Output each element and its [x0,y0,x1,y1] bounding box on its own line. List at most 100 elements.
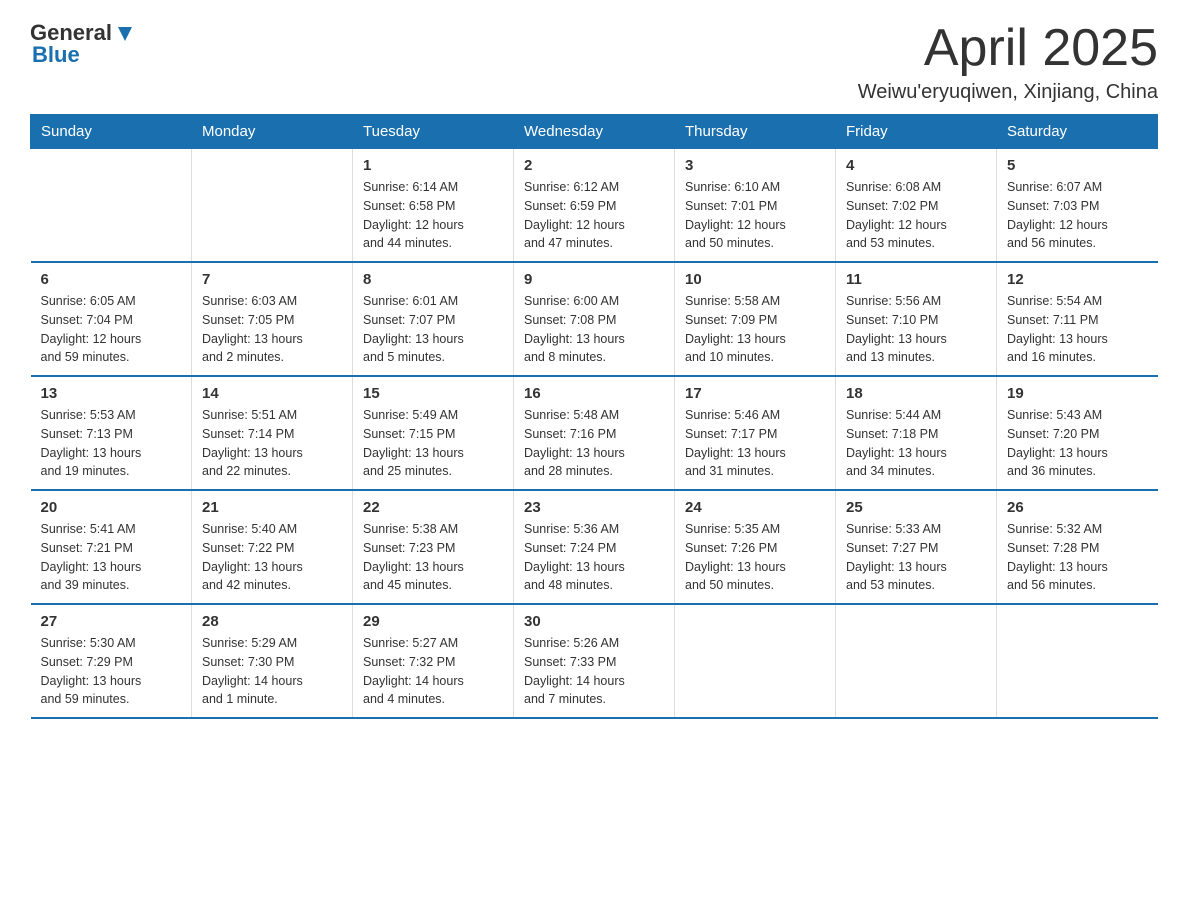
day-info: Sunrise: 5:40 AM Sunset: 7:22 PM Dayligh… [202,520,342,595]
day-number: 16 [524,385,664,402]
day-info: Sunrise: 5:38 AM Sunset: 7:23 PM Dayligh… [363,520,503,595]
calendar-cell: 25Sunrise: 5:33 AM Sunset: 7:27 PM Dayli… [836,490,997,604]
calendar-cell [836,604,997,718]
calendar-cell: 12 Sunrise: 5:54 AM Sunset: 7:11 PM Dayli… [997,262,1158,376]
weekday-header-friday: Friday [836,115,997,149]
day-info: Sunrise: 5:29 AM Sunset: 7:30 PM Dayligh… [202,634,342,709]
calendar-cell: 20 Sunrise: 5:41 AM Sunset: 7:21 PM Dayli… [31,490,192,604]
calendar-cell: 6 Sunrise: 6:05 AM Sunset: 7:04 PM Daylig… [31,262,192,376]
calendar-cell: 1 Sunrise: 6:14 AM Sunset: 6:58 PM Daylig… [353,149,514,263]
calendar-week-row: 27 Sunrise: 5:30 AM Sunset: 7:29 PM Dayli… [31,604,1158,718]
day-info: Sunrise: 6:01 AM Sunset: 7:07 PM Dayligh… [363,292,503,367]
day-info: Sunrise: 6:00 AM Sunset: 7:08 PM Dayligh… [524,292,664,367]
calendar-cell: 16 Sunrise: 5:48 AM Sunset: 7:16 PM Dayli… [514,376,675,490]
calendar-cell: 2Sunrise: 6:12 AM Sunset: 6:59 PM Daylig… [514,149,675,263]
day-number: 15 [363,385,503,402]
day-info: Sunrise: 5:30 AM Sunset: 7:29 PM Dayligh… [41,634,182,709]
calendar-cell: 5Sunrise: 6:07 AM Sunset: 7:03 PM Daylig… [997,149,1158,263]
day-number: 20 [41,499,182,516]
day-number: 14 [202,385,342,402]
logo: General Blue [30,20,136,68]
day-number: 30 [524,613,664,630]
day-info: Sunrise: 5:51 AM Sunset: 7:14 PM Dayligh… [202,406,342,481]
logo-blue-text: Blue [32,42,80,68]
day-info: Sunrise: 5:46 AM Sunset: 7:17 PM Dayligh… [685,406,825,481]
weekday-header-sunday: Sunday [31,115,192,149]
day-info: Sunrise: 5:49 AM Sunset: 7:15 PM Dayligh… [363,406,503,481]
day-info: Sunrise: 6:03 AM Sunset: 7:05 PM Dayligh… [202,292,342,367]
day-number: 13 [41,385,182,402]
calendar-week-row: 1 Sunrise: 6:14 AM Sunset: 6:58 PM Daylig… [31,149,1158,263]
day-number: 1 [363,157,503,174]
day-number: 22 [363,499,503,516]
day-number: 23 [524,499,664,516]
day-number: 28 [202,613,342,630]
calendar-cell: 7 Sunrise: 6:03 AM Sunset: 7:05 PM Daylig… [192,262,353,376]
day-info: Sunrise: 5:27 AM Sunset: 7:32 PM Dayligh… [363,634,503,709]
calendar-cell: 27 Sunrise: 5:30 AM Sunset: 7:29 PM Dayli… [31,604,192,718]
day-info: Sunrise: 6:07 AM Sunset: 7:03 PM Dayligh… [1007,178,1148,253]
calendar-cell [675,604,836,718]
calendar-cell: 11 Sunrise: 5:56 AM Sunset: 7:10 PM Dayli… [836,262,997,376]
day-info: Sunrise: 5:33 AM Sunset: 7:27 PM Dayligh… [846,520,986,595]
calendar-cell: 17 Sunrise: 5:46 AM Sunset: 7:17 PM Dayli… [675,376,836,490]
weekday-header-tuesday: Tuesday [353,115,514,149]
weekday-header-wednesday: Wednesday [514,115,675,149]
day-info: Sunrise: 5:26 AM Sunset: 7:33 PM Dayligh… [524,634,664,709]
day-number: 6 [41,271,182,288]
day-info: Sunrise: 5:32 AM Sunset: 7:28 PM Dayligh… [1007,520,1148,595]
title-block: April 2025 Weiwu'eryuqiwen, Xinjiang, Ch… [858,20,1158,104]
calendar-week-row: 13 Sunrise: 5:53 AM Sunset: 7:13 PM Dayli… [31,376,1158,490]
day-number: 29 [363,613,503,630]
day-number: 7 [202,271,342,288]
calendar-cell: 19 Sunrise: 5:43 AM Sunset: 7:20 PM Dayli… [997,376,1158,490]
calendar-week-row: 20 Sunrise: 5:41 AM Sunset: 7:21 PM Dayli… [31,490,1158,604]
day-info: Sunrise: 5:58 AM Sunset: 7:09 PM Dayligh… [685,292,825,367]
calendar-cell: 21 Sunrise: 5:40 AM Sunset: 7:22 PM Dayli… [192,490,353,604]
weekday-header-monday: Monday [192,115,353,149]
day-info: Sunrise: 5:41 AM Sunset: 7:21 PM Dayligh… [41,520,182,595]
day-info: Sunrise: 5:53 AM Sunset: 7:13 PM Dayligh… [41,406,182,481]
calendar-cell: 18Sunrise: 5:44 AM Sunset: 7:18 PM Dayli… [836,376,997,490]
day-info: Sunrise: 6:10 AM Sunset: 7:01 PM Dayligh… [685,178,825,253]
logo-triangle-icon [114,23,136,45]
day-info: Sunrise: 5:35 AM Sunset: 7:26 PM Dayligh… [685,520,825,595]
day-info: Sunrise: 6:08 AM Sunset: 7:02 PM Dayligh… [846,178,986,253]
day-number: 4 [846,157,986,174]
weekday-header-row: SundayMondayTuesdayWednesdayThursdayFrid… [31,115,1158,149]
day-info: Sunrise: 5:54 AM Sunset: 7:11 PM Dayligh… [1007,292,1148,367]
day-number: 24 [685,499,825,516]
calendar-cell [31,149,192,263]
day-number: 12 [1007,271,1148,288]
day-number: 21 [202,499,342,516]
calendar-week-row: 6 Sunrise: 6:05 AM Sunset: 7:04 PM Daylig… [31,262,1158,376]
calendar-cell [192,149,353,263]
calendar-cell: 23 Sunrise: 5:36 AM Sunset: 7:24 PM Dayli… [514,490,675,604]
day-info: Sunrise: 5:43 AM Sunset: 7:20 PM Dayligh… [1007,406,1148,481]
day-number: 17 [685,385,825,402]
calendar-cell: 29 Sunrise: 5:27 AM Sunset: 7:32 PM Dayli… [353,604,514,718]
calendar-cell: 24 Sunrise: 5:35 AM Sunset: 7:26 PM Dayli… [675,490,836,604]
weekday-header-saturday: Saturday [997,115,1158,149]
day-number: 26 [1007,499,1148,516]
day-info: Sunrise: 6:05 AM Sunset: 7:04 PM Dayligh… [41,292,182,367]
day-info: Sunrise: 5:36 AM Sunset: 7:24 PM Dayligh… [524,520,664,595]
calendar-cell: 14 Sunrise: 5:51 AM Sunset: 7:14 PM Dayli… [192,376,353,490]
day-info: Sunrise: 5:48 AM Sunset: 7:16 PM Dayligh… [524,406,664,481]
calendar-cell: 10Sunrise: 5:58 AM Sunset: 7:09 PM Dayli… [675,262,836,376]
day-number: 11 [846,271,986,288]
page-header: General Blue April 2025 Weiwu'eryuqiwen,… [30,20,1158,104]
calendar-cell: 30 Sunrise: 5:26 AM Sunset: 7:33 PM Dayli… [514,604,675,718]
location-title: Weiwu'eryuqiwen, Xinjiang, China [858,81,1158,104]
month-title: April 2025 [858,20,1158,77]
day-number: 8 [363,271,503,288]
day-number: 27 [41,613,182,630]
day-number: 19 [1007,385,1148,402]
day-info: Sunrise: 5:56 AM Sunset: 7:10 PM Dayligh… [846,292,986,367]
day-info: Sunrise: 6:14 AM Sunset: 6:58 PM Dayligh… [363,178,503,253]
day-number: 3 [685,157,825,174]
calendar-cell: 15 Sunrise: 5:49 AM Sunset: 7:15 PM Dayli… [353,376,514,490]
day-info: Sunrise: 5:44 AM Sunset: 7:18 PM Dayligh… [846,406,986,481]
calendar-cell: 13 Sunrise: 5:53 AM Sunset: 7:13 PM Dayli… [31,376,192,490]
calendar-cell: 28 Sunrise: 5:29 AM Sunset: 7:30 PM Dayli… [192,604,353,718]
